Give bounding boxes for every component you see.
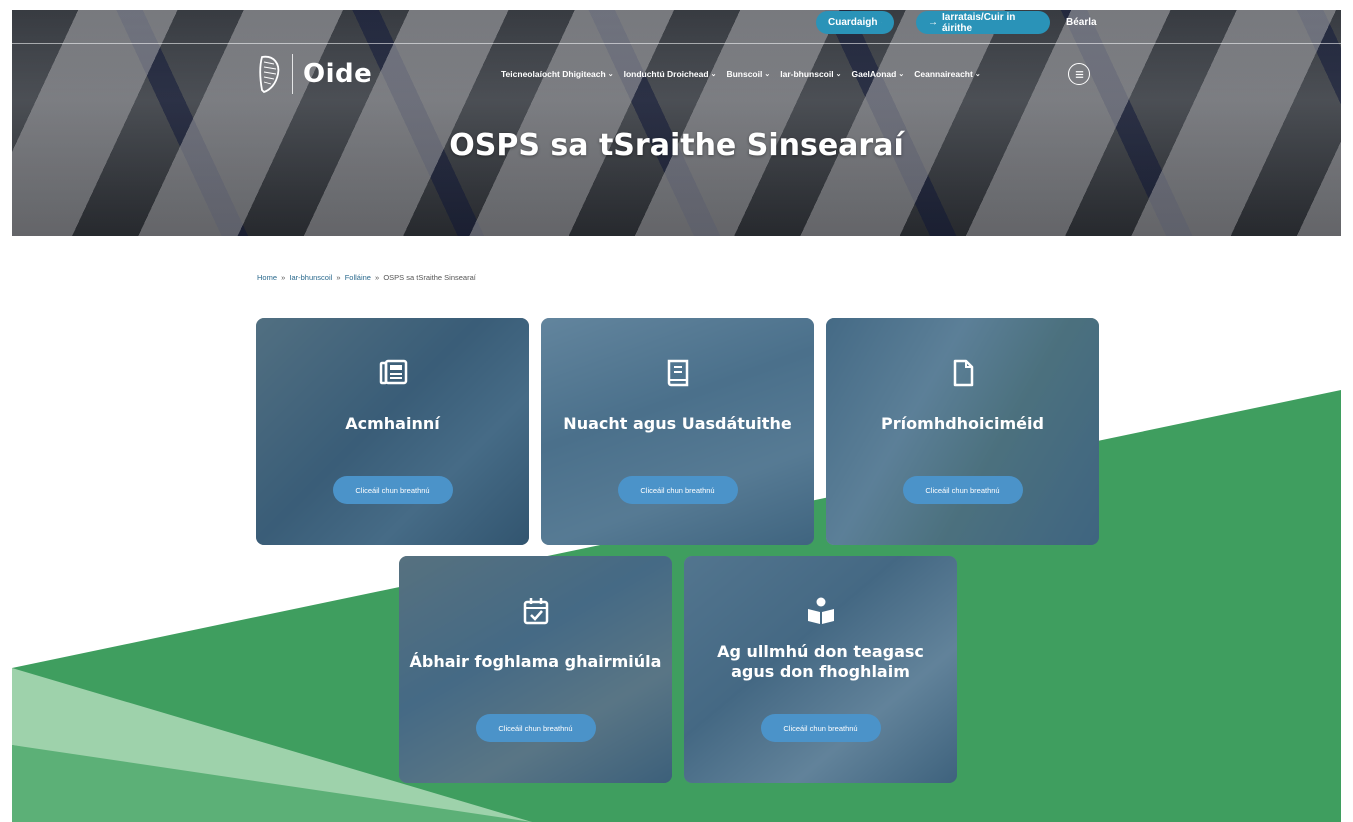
breadcrumb-wellbeing[interactable]: Folláine xyxy=(345,273,371,282)
nav-item-digital-technology[interactable]: Teicneolaíocht Dhigiteach ⌄ xyxy=(501,69,614,79)
document-icon xyxy=(953,359,973,387)
requests-label: Iarratais/Cuir in áirithe xyxy=(942,11,1016,34)
breadcrumb: Home » Iar-bhunscoil » Folláine » OSPS s… xyxy=(257,273,476,282)
page-title: OSPS sa tSraithe Sinsearaí xyxy=(449,128,904,163)
main-nav: Teicneolaíocht Dhigiteach ⌄ Ionduchtú Dro… xyxy=(501,69,981,79)
book-icon xyxy=(667,359,688,387)
card-title: Príomhdhoiciméid xyxy=(881,414,1044,433)
chevron-down-icon: ⌄ xyxy=(835,71,842,78)
chevron-down-icon: ⌄ xyxy=(764,71,771,78)
header-divider xyxy=(12,43,1341,44)
requests-button[interactable]: → Iarratais/Cuir in áirithe xyxy=(916,11,1050,34)
chevron-down-icon: ⌄ xyxy=(974,71,981,78)
card-title: Nuacht agus Uasdátuithe xyxy=(563,414,792,433)
search-icon xyxy=(881,22,882,23)
chevron-down-icon: ⌄ xyxy=(898,71,905,78)
chevron-down-icon: ⌄ xyxy=(607,71,614,78)
nav-item-post-primary[interactable]: Iar-bhunscoil ⌄ xyxy=(780,69,841,79)
reader-icon xyxy=(807,597,834,624)
search-button[interactable]: Cuardaigh xyxy=(816,11,894,34)
view-button[interactable]: Cliceáil chun breathnú xyxy=(760,714,881,742)
site-logo[interactable]: Oide xyxy=(256,46,372,102)
card-title: Ag ullmhú don teagasc agus don fhoghlaim xyxy=(717,642,924,681)
hamburger-menu-button[interactable] xyxy=(1068,63,1090,85)
view-button[interactable]: Cliceáil chun breathnú xyxy=(475,714,596,742)
newspaper-icon xyxy=(379,359,407,385)
nav-item-induction[interactable]: Ionduchtú Droichead ⌄ xyxy=(624,69,717,79)
view-button[interactable]: Cliceáil chun breathnú xyxy=(617,476,738,504)
view-button[interactable]: Cliceáil chun breathnú xyxy=(902,476,1023,504)
card-preparing-teaching[interactable]: Ag ullmhú don teagasc agus don fhoghlaim… xyxy=(684,556,957,783)
nav-item-leadership[interactable]: Ceannaireacht ⌄ xyxy=(914,69,980,79)
page: Cuardaigh → Iarratais/Cuir in áirithe Bé… xyxy=(0,0,1353,822)
harp-icon xyxy=(259,55,280,94)
card-professional-learning[interactable]: Ábhair foghlama ghairmiúla Cliceáil chun… xyxy=(399,556,672,783)
utility-bar: Cuardaigh → Iarratais/Cuir in áirithe Bé… xyxy=(12,10,1341,43)
card-key-documents[interactable]: Príomhdhoiciméid Cliceáil chun breathnú xyxy=(826,318,1099,545)
hero-banner: Cuardaigh → Iarratais/Cuir in áirithe Bé… xyxy=(12,10,1341,236)
card-title: Acmhainní xyxy=(345,414,440,433)
nav-item-gaelaonad[interactable]: GaelAonad ⌄ xyxy=(851,69,904,79)
breadcrumb-current: OSPS sa tSraithe Sinsearaí xyxy=(383,273,476,282)
card-resources[interactable]: Acmhainní Cliceáil chun breathnú xyxy=(256,318,529,545)
brand-name: Oide xyxy=(303,59,373,89)
calendar-check-icon xyxy=(523,598,548,625)
language-link[interactable]: Béarla xyxy=(1066,17,1097,28)
hamburger-icon xyxy=(1075,70,1083,78)
card-news-updates[interactable]: Nuacht agus Uasdátuithe Cliceáil chun br… xyxy=(541,318,814,545)
breadcrumb-post-primary[interactable]: Iar-bhunscoil xyxy=(289,273,332,282)
arrow-right-icon: → xyxy=(928,17,938,28)
view-button[interactable]: Cliceáil chun breathnú xyxy=(332,476,453,504)
search-label: Cuardaigh xyxy=(828,17,878,28)
nav-item-primary[interactable]: Bunscoil ⌄ xyxy=(726,69,770,79)
chevron-down-icon: ⌄ xyxy=(710,71,717,78)
card-title: Ábhair foghlama ghairmiúla xyxy=(409,652,662,671)
breadcrumb-home[interactable]: Home xyxy=(257,273,277,282)
